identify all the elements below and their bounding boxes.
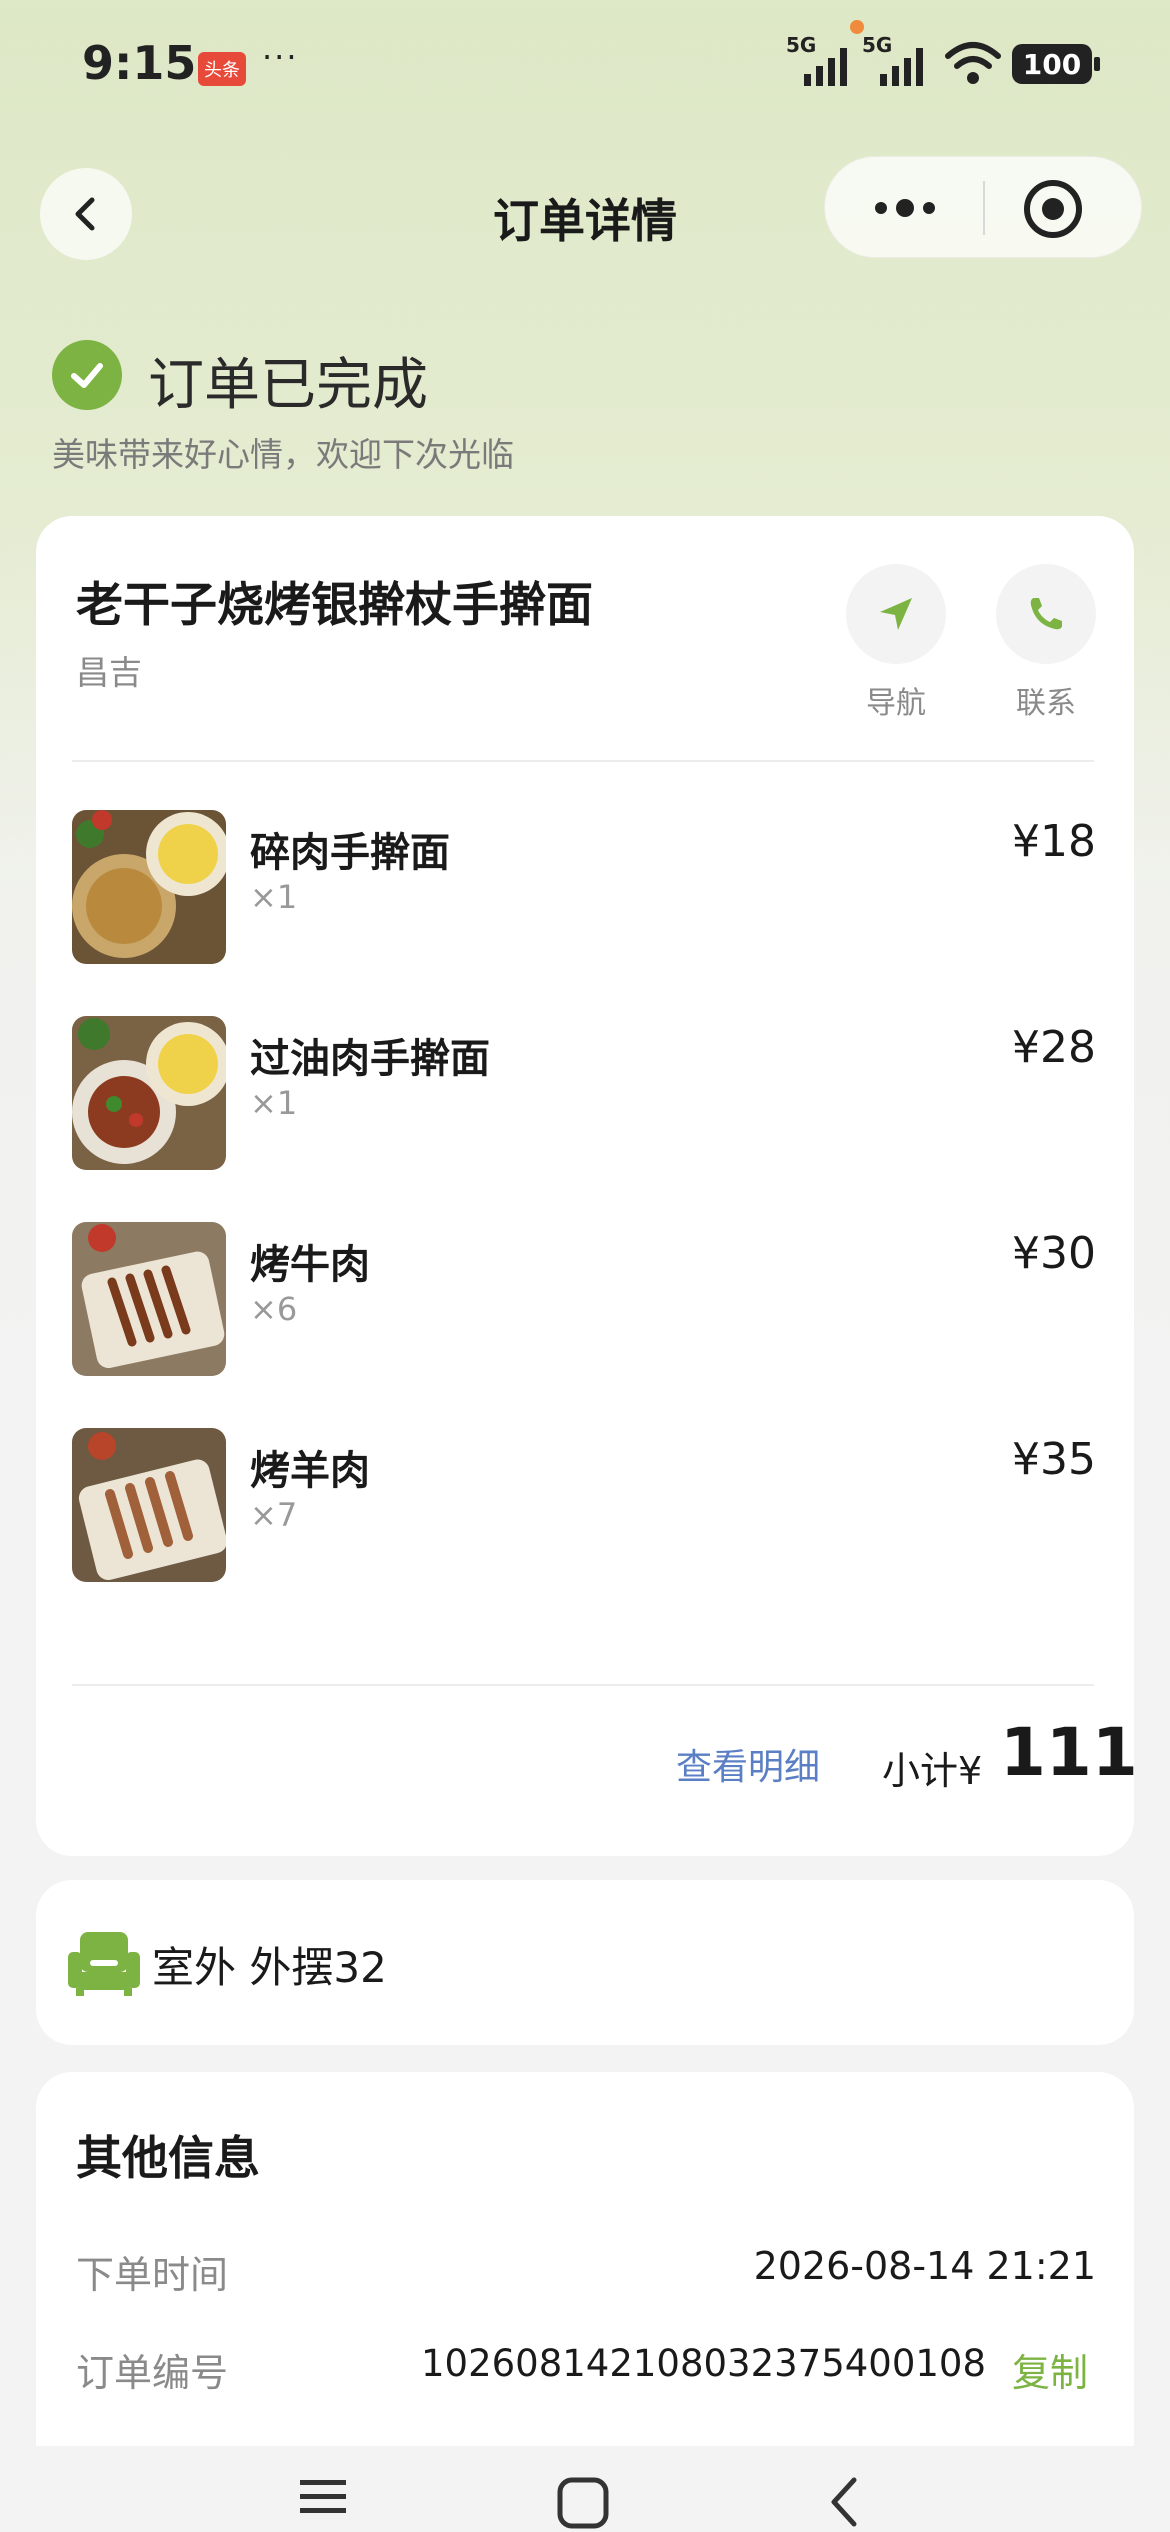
view-details-link[interactable]: 查看明细 [676,1738,820,1790]
contact-label: 联系 [1016,686,1076,721]
divider [72,760,1094,762]
capsule-divider [983,181,985,235]
seat-card: 室外 外摆32 [36,1880,1134,2045]
order-time-label: 下单时间 [76,2253,229,2297]
store-city: 昌吉 [76,653,142,692]
dish-image [72,810,226,964]
dish-image [72,1016,226,1170]
target-close-icon [1024,180,1082,238]
navigate-icon-wrap [846,564,946,664]
item-quantity: ×7 [250,1496,298,1534]
order-items-card: 老干子烧烤银擀杖手擀面 昌吉 导航 联系 碎肉手擀面 ×1 ¥18 过油肉手擀面… [36,516,1138,1856]
status-bar: 9:15 头条 ··· 5G 5G 100 [0,0,1170,130]
battery-indicator: 100 [1012,44,1100,84]
order-item-row[interactable]: 碎肉手擀面 ×1 ¥18 [36,810,1134,970]
item-name: 过油肉手擀面 [250,1036,490,1082]
more-options-button[interactable] [865,183,945,233]
menu-icon[interactable] [296,2476,352,2516]
subtotal-value: 111 [1000,1714,1138,1791]
copy-order-number-button[interactable]: 复制 [1012,2342,1088,2397]
item-name: 烤牛肉 [250,1242,370,1288]
item-quantity: ×1 [250,1084,298,1122]
order-status-title: 订单已完成 [148,353,428,418]
item-quantity: ×1 [250,878,298,916]
seat-info: 室外 外摆32 [152,1943,387,1992]
system-navigation-bar [0,2446,1170,2532]
order-number-value: 1026081421080323754001​08 [421,2342,986,2385]
home-icon[interactable] [556,2474,612,2530]
contact-button[interactable]: 联系 [996,564,1096,722]
item-name: 烤羊肉 [250,1448,370,1494]
order-complete-check-icon [52,340,122,410]
status-more-indicator: ··· [262,38,299,76]
subtotal-label: 小计¥ [882,1749,983,1793]
item-price: ¥35 [1012,1434,1096,1485]
order-number-label: 订单编号 [76,2351,229,2395]
item-price: ¥30 [1012,1228,1096,1279]
close-mini-program-button[interactable] [1021,177,1085,241]
cellular-signal-icon: 5G [786,33,847,86]
sofa-seat-icon [68,1932,140,1996]
divider [72,1684,1094,1686]
navigation-arrow-icon [880,598,912,630]
other-info-title: 其他信息 [76,2131,260,2185]
wifi-icon [945,42,1001,84]
back-nav-icon[interactable] [818,2474,874,2530]
more-dots-icon [875,199,935,217]
svg-text:5G: 5G [862,33,892,57]
store-name: 老干子烧烤银擀杖手擀面 [76,578,593,633]
order-status-subtitle: 美味带来好心情，欢迎下次光临 [52,435,514,474]
item-name: 碎肉手擀面 [250,830,450,876]
contact-icon-wrap [996,564,1096,664]
order-item-row[interactable]: 过油肉手擀面 ×1 ¥28 [36,1016,1134,1176]
item-price: ¥28 [1012,1022,1096,1073]
item-quantity: ×6 [250,1290,298,1328]
mini-program-capsule [824,156,1142,258]
order-time-value: 2026-08-14 21:21 [753,2244,1096,2288]
dish-image [72,1222,226,1376]
status-time: 9:15 [82,36,197,90]
dish-image [72,1428,226,1582]
svg-text:5G: 5G [786,33,816,57]
cellular-signal-2-icon: 5G [862,33,923,86]
order-item-row[interactable]: 烤牛肉 ×6 ¥30 [36,1222,1134,1382]
order-item-row[interactable]: 烤羊肉 ×7 ¥35 [36,1428,1134,1588]
phone-icon [1030,598,1062,630]
navigate-button[interactable]: 导航 [846,564,946,722]
navigate-label: 导航 [866,686,926,721]
item-price: ¥18 [1012,816,1096,867]
app-badge: 头条 [198,52,246,86]
